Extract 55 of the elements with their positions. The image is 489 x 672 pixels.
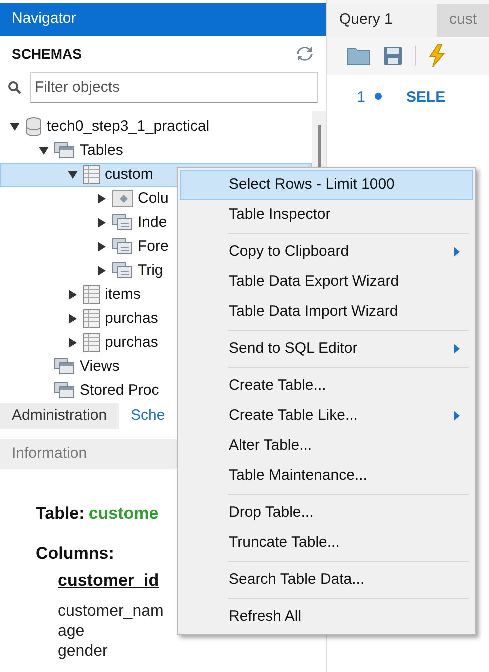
- filter-field[interactable]: Filter objects: [30, 72, 318, 103]
- menu-item[interactable]: Search Table Data...: [180, 565, 473, 595]
- expand-arrow-icon[interactable]: [96, 265, 108, 277]
- folder-stack-icon: [54, 358, 76, 376]
- folder-stack-icon: [54, 382, 76, 400]
- collapse-arrow-icon[interactable]: [9, 121, 21, 133]
- menu-item[interactable]: Select Rows - Limit 1000: [180, 170, 473, 200]
- line-number: 1: [356, 88, 366, 108]
- table-icon: [83, 285, 101, 305]
- lightning-icon[interactable]: [428, 44, 446, 68]
- menu-item[interactable]: Drop Table...: [180, 498, 473, 528]
- column-name: customer_nam: [58, 602, 164, 622]
- folder-stack-icon: [54, 142, 76, 160]
- panel-tab[interactable]: Administration: [0, 403, 120, 429]
- columns-folder-icon: [112, 190, 134, 208]
- table-label: Table:: [36, 503, 85, 525]
- column-name: customer_id: [58, 570, 160, 592]
- menu-item[interactable]: Table Data Export Wizard: [180, 267, 473, 297]
- menu-item[interactable]: Copy to Clipboard: [180, 237, 473, 267]
- expand-arrow-icon[interactable]: [96, 217, 108, 229]
- database-icon: [25, 117, 43, 137]
- menu-item[interactable]: Refresh All: [180, 602, 473, 632]
- menu-item[interactable]: Table Inspector: [180, 200, 473, 230]
- menu-item[interactable]: Create Table Like...: [180, 401, 473, 431]
- search-icon: [8, 80, 22, 94]
- expand-arrow-icon[interactable]: [96, 193, 108, 205]
- menu-item[interactable]: Table Data Import Wizard: [180, 297, 473, 327]
- columns-label: Columns:: [36, 542, 114, 564]
- collapse-arrow-icon[interactable]: [67, 169, 79, 181]
- folder-icon[interactable]: [347, 46, 372, 66]
- panel-tab[interactable]: Sche: [119, 403, 178, 429]
- folder-stack-icon: [112, 262, 134, 280]
- expand-arrow-icon[interactable]: [67, 337, 79, 349]
- folder-stack-icon: [112, 238, 134, 256]
- tree-item[interactable]: tech0_step3_1_practical: [0, 115, 312, 139]
- expand-arrow-icon[interactable]: [67, 289, 79, 301]
- refresh-icon[interactable]: [296, 47, 314, 61]
- table-name: custome: [88, 503, 159, 525]
- editor-tab[interactable]: Query 1: [327, 4, 438, 37]
- column-name: gender: [58, 642, 108, 662]
- tree-item[interactable]: Tables: [0, 139, 312, 163]
- save-icon[interactable]: [383, 46, 404, 66]
- table-icon: [83, 165, 101, 185]
- folder-stack-icon: [112, 214, 134, 232]
- section-title: SCHEMAS: [12, 44, 82, 64]
- table-icon: [83, 309, 101, 329]
- column-name: age: [58, 622, 85, 642]
- expand-arrow-icon[interactable]: [96, 241, 108, 253]
- collapse-arrow-icon[interactable]: [38, 145, 50, 157]
- table-icon: [83, 333, 101, 353]
- code-text: SELE: [406, 88, 446, 108]
- menu-item[interactable]: Truncate Table...: [180, 528, 473, 558]
- expand-arrow-icon[interactable]: [67, 313, 79, 325]
- panel-header: Navigator: [0, 3, 326, 36]
- line-marker-icon: [375, 93, 382, 100]
